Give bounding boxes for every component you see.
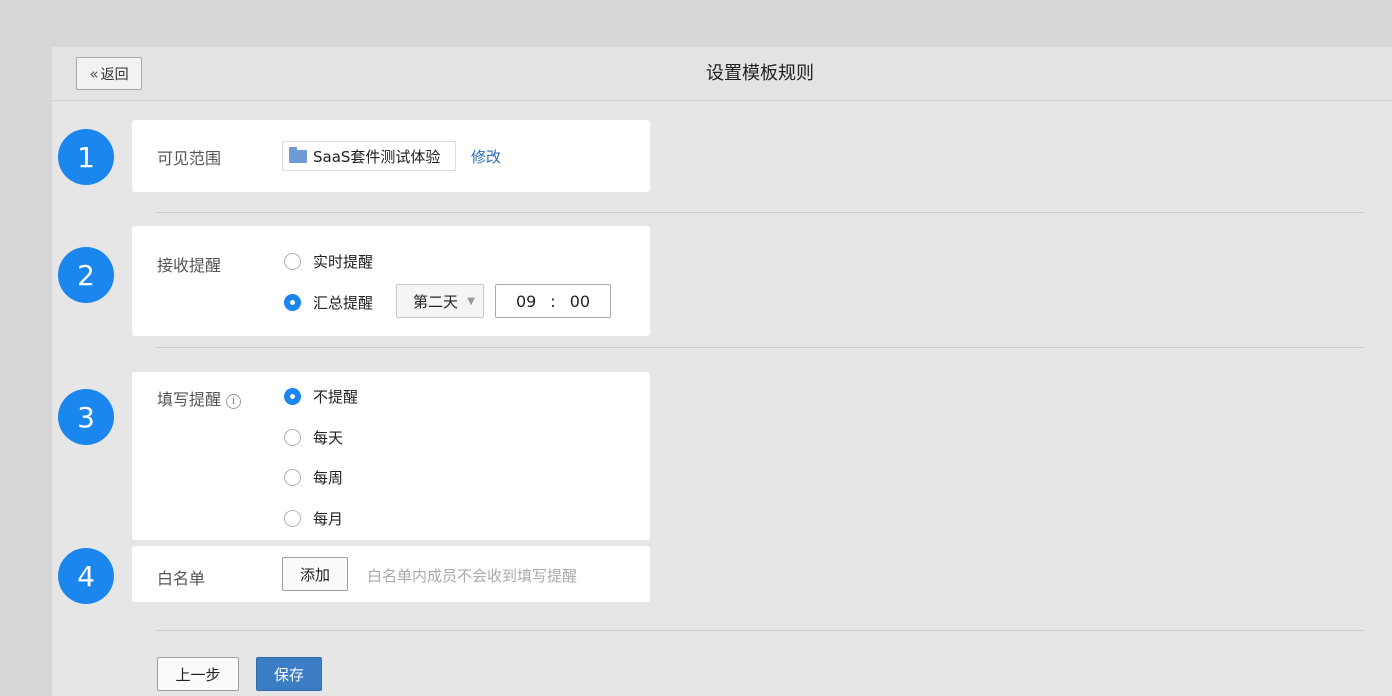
time-hour: 09 (515, 291, 537, 311)
top-bar: « 返回 设置模板规则 (52, 47, 1392, 101)
fill-reminder-label: 填写提醒 i (157, 386, 242, 410)
radio-no-reminder[interactable]: 不提醒 (284, 386, 358, 407)
radio-monthly-label: 每月 (313, 510, 344, 528)
edit-scope-link[interactable]: 修改 (471, 146, 501, 167)
radio-circle (284, 253, 301, 270)
radio-realtime[interactable]: 实时提醒 (284, 251, 373, 272)
time-separator: : (550, 291, 556, 311)
folder-icon (289, 146, 307, 163)
page-title: 设置模板规则 (706, 63, 814, 84)
triangle-down-icon: ▼ (467, 295, 475, 307)
whitelist-label: 白名单 (157, 569, 206, 588)
scope-chip: SaaS套件测试体验 (282, 141, 456, 171)
receive-reminder-card: 接收提醒 实时提醒 汇总提醒 第二天 ▼ 09 : 00 (132, 226, 650, 336)
day-select[interactable]: 第二天 ▼ (396, 284, 484, 318)
step-badge-1: 1 (58, 129, 114, 185)
radio-no-reminder-label: 不提醒 (313, 388, 359, 406)
divider (156, 347, 1364, 348)
add-whitelist-button[interactable]: 添加 (282, 557, 348, 591)
scope-card: 可见范围 SaaS套件测试体验 修改 (132, 120, 650, 192)
radio-circle (284, 429, 301, 446)
radio-summary-label: 汇总提醒 (313, 294, 374, 312)
scope-label: 可见范围 (157, 149, 222, 168)
whitelist-hint: 白名单内成员不会收到填写提醒 (367, 567, 578, 585)
time-input[interactable]: 09 : 00 (495, 284, 611, 318)
radio-circle-checked (284, 294, 301, 311)
whitelist-card: 白名单 添加 白名单内成员不会收到填写提醒 (132, 546, 650, 602)
save-button[interactable]: 保存 (256, 657, 322, 691)
divider (156, 630, 1364, 631)
radio-weekly[interactable]: 每周 (284, 467, 343, 488)
radio-daily[interactable]: 每天 (284, 427, 343, 448)
fill-reminder-label-text: 填写提醒 (157, 390, 222, 409)
radio-circle-checked (284, 388, 301, 405)
info-icon[interactable]: i (226, 394, 242, 409)
step-badge-3: 3 (58, 389, 114, 445)
scope-value: SaaS套件测试体验 (313, 147, 441, 166)
radio-circle (284, 469, 301, 486)
radio-weekly-label: 每周 (313, 469, 344, 487)
previous-step-button[interactable]: 上一步 (157, 657, 239, 691)
radio-summary[interactable]: 汇总提醒 (284, 292, 373, 313)
fill-reminder-card: 填写提醒 i 不提醒 每天 每周 每月 (132, 372, 650, 540)
radio-circle (284, 510, 301, 527)
step-badge-4: 4 (58, 548, 114, 604)
step-badge-2: 2 (58, 247, 114, 303)
divider (156, 212, 1364, 213)
main-panel: « 返回 设置模板规则 1 可见范围 SaaS套件测试体验 修改 2 接收提醒 … (52, 47, 1392, 696)
radio-realtime-label: 实时提醒 (313, 253, 374, 271)
time-minute: 00 (569, 291, 591, 311)
day-select-value: 第二天 (413, 292, 459, 311)
receive-reminder-label: 接收提醒 (157, 256, 222, 275)
radio-monthly[interactable]: 每月 (284, 508, 343, 529)
radio-daily-label: 每天 (313, 429, 344, 447)
